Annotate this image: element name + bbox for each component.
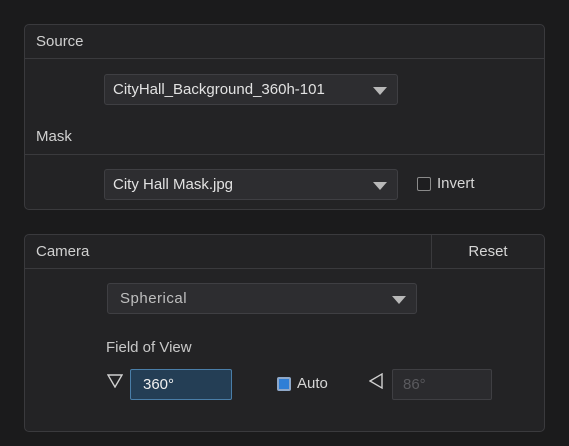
mask-select[interactable]: City Hall Mask.jpg [104, 169, 398, 200]
source-select-value: CityHall_Background_360h-101 [113, 81, 325, 98]
vertical-fov-input-value: 86° [403, 376, 426, 393]
mask-select-value: City Hall Mask.jpg [113, 176, 234, 193]
mask-label: Mask [36, 128, 72, 145]
fov-label: Field of View [106, 339, 192, 356]
fov-triangle-left-icon [369, 373, 383, 389]
invert-label: Invert [437, 175, 475, 192]
mask-header: Mask [25, 119, 544, 155]
source-select[interactable]: CityHall_Background_360h-101 [104, 74, 398, 105]
invert-checkbox[interactable] [417, 177, 431, 191]
chevron-down-icon [392, 296, 406, 304]
camera-header: Camera Reset [25, 235, 544, 269]
chevron-down-icon [373, 87, 387, 95]
vertical-fov-input[interactable]: 86° [392, 369, 492, 400]
projection-select[interactable]: Spherical [107, 283, 417, 314]
fov-input[interactable]: 360° [130, 369, 232, 400]
fov-input-value: 360° [143, 376, 175, 393]
fov-triangle-down-icon [107, 374, 123, 388]
projection-select-value: Spherical [120, 290, 188, 307]
auto-checkbox[interactable] [277, 377, 291, 391]
auto-label: Auto [297, 375, 328, 392]
reset-button[interactable]: Reset [431, 235, 544, 269]
source-header-label: Source [36, 33, 84, 50]
camera-panel: Camera Reset Spherical Field of View 360… [24, 234, 545, 432]
source-panel: Source CityHall_Background_360h-101 Mask… [24, 24, 545, 210]
reset-button-label: Reset [468, 243, 508, 260]
source-header: Source [25, 25, 544, 59]
camera-header-label: Camera [36, 243, 90, 260]
chevron-down-icon [373, 182, 387, 190]
